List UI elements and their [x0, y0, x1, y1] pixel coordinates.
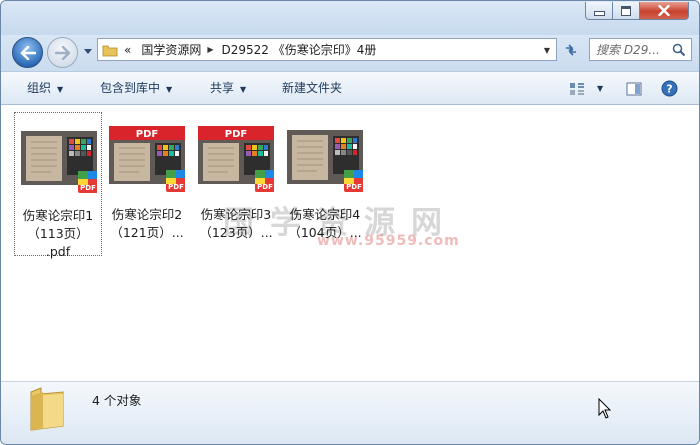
pdf-file-thumbnail-icon: PDF	[21, 131, 97, 193]
close-icon	[658, 5, 670, 16]
svg-text:?: ?	[666, 83, 672, 96]
svg-text:PDF: PDF	[168, 183, 184, 191]
help-icon: ?	[661, 80, 678, 97]
search-icon[interactable]	[672, 43, 686, 57]
maximize-button[interactable]	[613, 2, 640, 20]
folder-icon	[102, 45, 118, 56]
pdf-file-thumbnail-icon: PDF	[287, 130, 363, 192]
svg-text:PDF: PDF	[80, 184, 96, 192]
pdf-file-thumbnail-icon: PDF PDF	[109, 126, 185, 192]
minimize-icon	[593, 11, 605, 16]
share-label: 共享	[210, 81, 235, 95]
include-in-library-label: 包含到库中	[100, 81, 161, 95]
command-toolbar: 组织 ▼ 包含到库中 ▼ 共享 ▼ 新建文件夹 ▼ ?	[1, 71, 699, 105]
search-box	[589, 38, 692, 61]
share-menu[interactable]: 共享 ▼	[210, 72, 246, 105]
views-icon	[570, 82, 584, 95]
file-pages: （123页）...	[199, 225, 273, 240]
back-button[interactable]	[12, 37, 43, 68]
address-dropdown-icon[interactable]: ▼	[544, 46, 550, 55]
title-bar	[1, 1, 699, 35]
back-arrow-icon	[20, 45, 36, 60]
preview-pane-icon	[626, 82, 642, 95]
refresh-button[interactable]	[558, 38, 584, 61]
include-in-library-menu[interactable]: 包含到库中 ▼	[100, 72, 172, 105]
organize-menu[interactable]: 组织 ▼	[27, 72, 63, 105]
forward-arrow-icon	[54, 45, 70, 60]
breadcrumb-separator-icon[interactable]: ▶	[207, 45, 213, 54]
pdf-badge-text: PDF	[136, 129, 158, 140]
recent-pages-dropdown-icon[interactable]	[83, 46, 93, 56]
file-item[interactable]: PDF PDF 伤寒论宗印3 （123页）...	[192, 112, 280, 256]
view-options-button[interactable]: ▼	[569, 72, 603, 105]
svg-text:PDF: PDF	[257, 183, 273, 191]
preview-pane-button[interactable]	[626, 72, 642, 105]
svg-text:PDF: PDF	[346, 183, 362, 191]
breadcrumb-item-root[interactable]: 国学资源网	[141, 41, 201, 58]
breadcrumb-item-current[interactable]: D29522 《伤寒论宗印》4册	[222, 41, 377, 58]
close-button[interactable]	[640, 2, 689, 20]
details-pane: 4 个对象	[1, 382, 699, 444]
chevron-down-icon: ▼	[240, 85, 247, 94]
file-item[interactable]: PDF PDF 伤寒论宗印2 （121页）...	[103, 112, 191, 256]
file-name: 伤寒论宗印3	[200, 207, 272, 222]
file-item[interactable]: PDF 伤寒论宗印4 （104页）...	[281, 112, 369, 256]
file-name: 伤寒论宗印2	[111, 207, 183, 222]
file-extension: .pdf	[45, 244, 71, 259]
address-bar[interactable]: « 国学资源网 ▶ D29522 《伤寒论宗印》4册 ▼	[97, 38, 557, 61]
file-name: 伤寒论宗印1	[22, 208, 94, 223]
file-item[interactable]: PDF 伤寒论宗印1 （113页） .pdf	[14, 112, 102, 259]
forward-button[interactable]	[47, 37, 78, 68]
item-count: 4 个对象	[92, 393, 142, 408]
file-name: 伤寒论宗印4	[289, 207, 361, 222]
pdf-badge-text: PDF	[225, 129, 247, 140]
new-folder-label: 新建文件夹	[282, 81, 343, 95]
mouse-cursor-icon	[598, 398, 612, 419]
pdf-file-thumbnail-icon: PDF PDF	[198, 126, 274, 192]
file-pages: （113页）	[27, 226, 89, 241]
help-button[interactable]: ?	[661, 72, 678, 105]
folder-icon	[30, 387, 64, 431]
organize-label: 组织	[27, 81, 52, 95]
breadcrumb-overflow[interactable]: «	[124, 43, 131, 57]
navigation-bar: « 国学资源网 ▶ D29522 《伤寒论宗印》4册 ▼	[1, 35, 699, 71]
chevron-down-icon: ▼	[597, 84, 604, 93]
maximize-icon	[621, 5, 631, 16]
minimize-button[interactable]	[585, 2, 613, 20]
explorer-window: « 国学资源网 ▶ D29522 《伤寒论宗印》4册 ▼ 组织 ▼ 包含到库中 ▼	[0, 0, 700, 445]
chevron-down-icon: ▼	[166, 85, 173, 94]
search-input[interactable]	[590, 41, 670, 58]
file-pages: （104页）...	[288, 225, 362, 240]
new-folder-button[interactable]: 新建文件夹	[282, 72, 342, 105]
refresh-icon	[566, 43, 576, 56]
chevron-down-icon: ▼	[57, 85, 64, 94]
file-list-view[interactable]: 国学资源网 www.95959.com PDF 伤寒论宗印1 （113页） .p…	[1, 105, 699, 382]
file-pages: （121页）...	[110, 225, 184, 240]
